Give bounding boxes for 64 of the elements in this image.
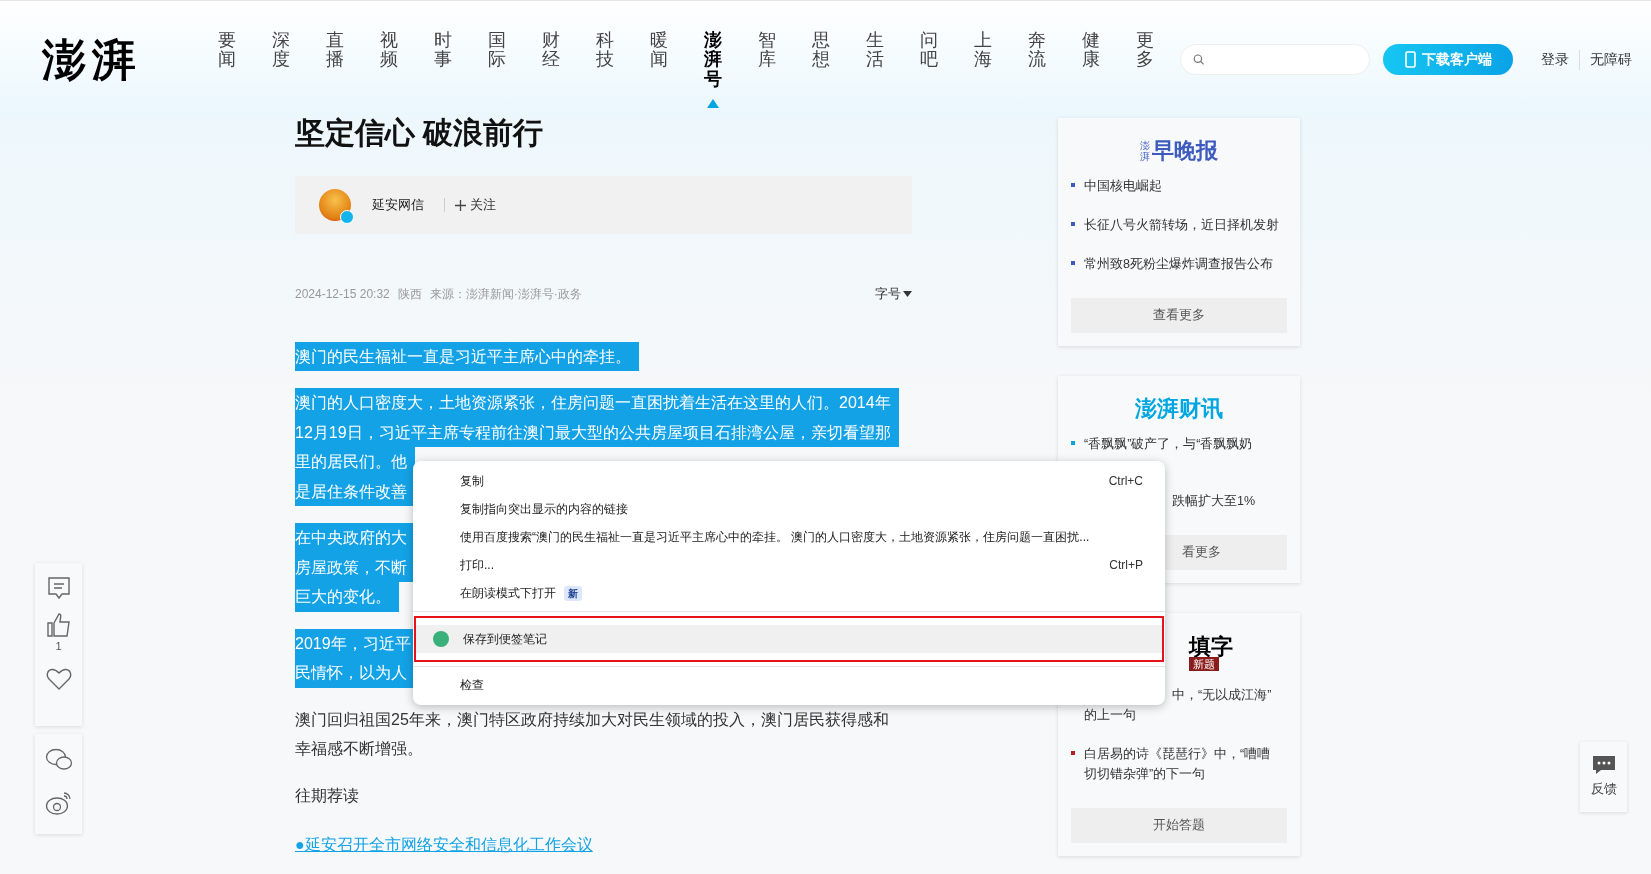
menu-item[interactable]: 复制 Ctrl+C <box>413 467 1165 495</box>
paragraph-line: 幸福感不断增强。 <box>295 739 423 759</box>
author-name[interactable]: 延安网信 <box>372 195 424 215</box>
speech-bubble-icon <box>1591 755 1616 776</box>
publish-date: 2024-12-15 20:32 <box>295 285 390 303</box>
nav-tab[interactable]: 智库 <box>757 30 776 71</box>
news-link[interactable]: “香飘飘”破产了，与“香飘飘奶 <box>1084 434 1253 454</box>
nav-tab[interactable]: 视频 <box>379 30 398 71</box>
news-link[interactable]: 中国核电崛起 <box>1084 176 1162 196</box>
menu-item[interactable]: 保存到便签笔记 <box>416 625 1162 653</box>
accessibility-link[interactable]: 无障碍 <box>1590 49 1632 70</box>
card-logo: 早晚报 <box>1152 140 1218 162</box>
news-link[interactable]: 常州致8死粉尘爆炸调查报告公布 <box>1084 254 1273 274</box>
phone-icon <box>1404 51 1416 68</box>
nav-tab[interactable]: 深度 <box>271 30 290 71</box>
login-link[interactable]: 登录 <box>1541 49 1569 70</box>
eye-swirl-icon[interactable] <box>44 790 73 816</box>
follow-button[interactable]: 关注 <box>455 195 496 215</box>
card-logo-subtitle: 新题 <box>1189 657 1219 671</box>
news-link[interactable]: 长征八号火箭转场，近日择机发射 <box>1084 215 1279 235</box>
region-label: 陕西 <box>397 285 422 303</box>
nav-tab[interactable]: 更多 <box>1135 30 1154 71</box>
search-field[interactable] <box>1180 44 1370 75</box>
news-link[interactable]: 白居易的诗《琵琶行》中，“嘈嘈 切切错杂弹”的下一句 <box>1084 744 1271 784</box>
nav-tab[interactable]: 国际 <box>487 30 506 71</box>
author-avatar[interactable] <box>319 189 351 221</box>
like-count: 1 <box>55 639 62 654</box>
heart-icon[interactable] <box>45 666 72 691</box>
caret-icon <box>903 290 912 297</box>
nav-tab[interactable]: 澎湃号 <box>703 30 722 90</box>
card-logo: 澎湃财讯 <box>1135 398 1223 420</box>
nav-tab[interactable]: 科技 <box>595 30 614 71</box>
nav-tab[interactable]: 要闻 <box>217 30 236 71</box>
paragraph-line: 往期荐读 <box>295 785 359 806</box>
card-logo: 填字 <box>1189 635 1233 657</box>
new-badge: 新 <box>564 585 582 601</box>
feedback-button[interactable]: 反馈 <box>1580 742 1627 812</box>
font-size-button[interactable]: 字号 <box>875 284 912 304</box>
chat-bubbles-icon[interactable] <box>44 748 73 772</box>
logo-small-text: 澎湃 <box>1140 140 1150 162</box>
thumbs-up-icon[interactable] <box>45 612 72 638</box>
more-button[interactable]: 开始答题 <box>1071 808 1287 843</box>
nav-tab[interactable]: 直播 <box>325 30 344 71</box>
nav-tab[interactable]: 时事 <box>433 30 452 71</box>
search-icon <box>1193 53 1205 66</box>
active-indicator-icon <box>706 98 719 108</box>
menu-item[interactable]: 复制指向突出显示的内容的链接 <box>413 495 1165 523</box>
nav-tab[interactable]: 暖闻 <box>649 30 668 71</box>
plus-icon <box>455 199 466 211</box>
nav-tab[interactable]: 思想 <box>811 30 830 71</box>
more-button[interactable]: 查看更多 <box>1071 298 1287 333</box>
nav-tab[interactable]: 问吧 <box>919 30 938 71</box>
nav-tab[interactable]: 生活 <box>865 30 884 71</box>
source-label: 来源：澎湃新闻·澎湃号·政务 <box>429 285 582 303</box>
nav-tab[interactable]: 上海 <box>973 30 992 71</box>
nav-tab[interactable]: 财经 <box>541 30 560 71</box>
shortcut-label: Ctrl+C <box>1108 473 1143 490</box>
menu-item[interactable]: 在朗读模式下打开 新 <box>413 579 1165 607</box>
paragraph-line: 澳门回归祖国25年来，澳门特区政府持续加大对民生领域的投入，澳门居民获得感和 <box>295 709 889 730</box>
article-title: 坚定信心 破浪前行 <box>295 118 545 148</box>
nav-tab[interactable]: 奔流 <box>1027 30 1046 71</box>
site-logo[interactable]: 澎湃 <box>42 37 152 82</box>
comment-icon[interactable] <box>46 576 71 600</box>
nav-tab[interactable]: 健康 <box>1081 30 1100 71</box>
